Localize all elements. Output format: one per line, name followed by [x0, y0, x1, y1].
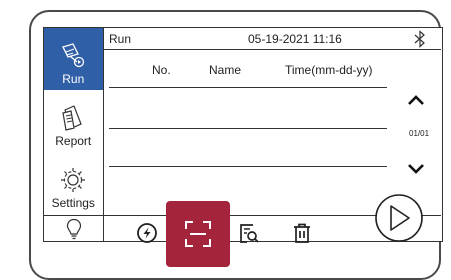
- scan-icon: [185, 221, 211, 247]
- title-bar: Run 05-19-2021 11:16: [104, 28, 441, 50]
- table-row-divider: [109, 128, 387, 129]
- flash-icon: [137, 223, 157, 243]
- flash-button[interactable]: [134, 220, 160, 246]
- mode-title: Run: [109, 32, 132, 46]
- column-header-no: No.: [152, 63, 171, 77]
- chevron-down-icon[interactable]: [407, 162, 425, 176]
- lightbulb-button[interactable]: [44, 216, 104, 242]
- play-button[interactable]: [371, 193, 427, 243]
- search-document-icon: [240, 224, 259, 243]
- sidebar-item-label: Run: [62, 72, 85, 86]
- column-header-name: Name: [209, 63, 242, 77]
- sidebar: Run Report Settings: [44, 28, 104, 215]
- page-indicator: 01/01: [409, 129, 430, 138]
- sidebar-item-settings[interactable]: Settings: [44, 152, 103, 214]
- scan-button[interactable]: [166, 201, 230, 267]
- sidebar-item-label: Settings: [51, 196, 95, 210]
- search-document-button[interactable]: [236, 220, 262, 246]
- delete-button[interactable]: [289, 220, 315, 246]
- report-documents-icon: [62, 105, 83, 131]
- main-panel: Run 05-19-2021 11:16 No. Name Time(mm-dd…: [104, 28, 441, 215]
- datetime: 05-19-2021 11:16: [248, 32, 342, 46]
- bluetooth-icon: [414, 30, 425, 48]
- sidebar-item-run[interactable]: Run: [44, 28, 103, 90]
- chevron-up-icon[interactable]: [407, 93, 425, 107]
- table-row-divider: [109, 166, 387, 167]
- sidebar-item-report[interactable]: Report: [44, 90, 103, 152]
- column-header-time: Time(mm-dd-yy): [285, 63, 373, 77]
- gear-icon: [61, 168, 86, 192]
- lightbulb-icon: [66, 218, 81, 240]
- sidebar-item-label: Report: [55, 134, 92, 148]
- table-row-divider: [109, 87, 387, 88]
- run-document-icon: [62, 43, 85, 68]
- trash-icon: [294, 223, 310, 243]
